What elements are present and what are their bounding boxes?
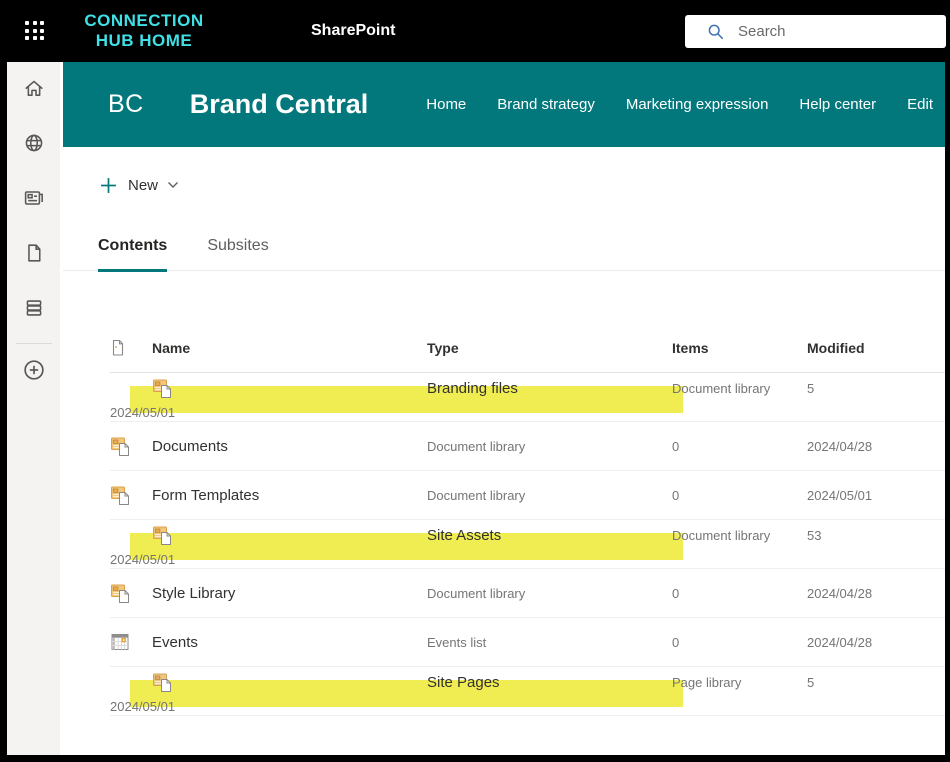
site-header: BC Brand Central Home Brand strategy Mar… xyxy=(63,62,945,147)
row-items: 0 xyxy=(672,586,807,601)
row-items: 0 xyxy=(672,488,807,503)
table-row[interactable]: Events Events list 0 2024/04/28 xyxy=(110,618,945,667)
events-icon xyxy=(110,632,152,652)
news-icon[interactable] xyxy=(16,186,52,210)
row-name[interactable]: Branding files xyxy=(427,380,672,397)
table-row[interactable]: Style Library Document library 0 2024/04… xyxy=(110,569,945,618)
table-header-row: Name Type Items Modified xyxy=(110,324,945,373)
row-items: 0 xyxy=(672,635,807,650)
plus-icon xyxy=(100,177,117,194)
document-library-icon xyxy=(152,525,427,546)
nav-help-center[interactable]: Help center xyxy=(799,96,876,113)
document-library-icon xyxy=(110,583,152,604)
table-row[interactable]: Site Assets Document library 53 2024/05/… xyxy=(110,520,945,569)
tab-strip: Contents Subsites xyxy=(63,237,945,271)
column-header-modified[interactable]: Modified xyxy=(807,340,945,356)
product-name[interactable]: SharePoint xyxy=(311,22,395,40)
site-title[interactable]: Brand Central xyxy=(190,89,369,120)
table-row[interactable]: Documents Document library 0 2024/04/28 xyxy=(110,422,945,471)
column-header-items[interactable]: Items xyxy=(672,340,807,356)
row-type: Document library xyxy=(427,586,672,601)
org-logo[interactable]: CONNECTION HUB HOME xyxy=(69,11,219,51)
search-input[interactable] xyxy=(738,23,908,40)
row-modified: 2024/04/28 xyxy=(807,586,945,601)
page-icon[interactable] xyxy=(16,241,52,265)
tab-contents[interactable]: Contents xyxy=(98,237,167,272)
row-type: Document library xyxy=(672,381,807,396)
row-type: Document library xyxy=(427,488,672,503)
rail-divider xyxy=(16,343,52,344)
file-type-column-icon xyxy=(110,339,152,357)
row-items: 5 xyxy=(807,675,945,690)
nav-marketing-expression[interactable]: Marketing expression xyxy=(626,96,769,113)
row-items: 53 xyxy=(807,528,945,543)
column-header-type[interactable]: Type xyxy=(427,340,672,356)
row-type: Document library xyxy=(427,439,672,454)
page-library-icon xyxy=(152,672,427,693)
table-body: Branding files Document library 5 2024/0… xyxy=(110,373,945,716)
table-row[interactable]: Form Templates Document library 0 2024/0… xyxy=(110,471,945,520)
row-name[interactable]: Style Library xyxy=(152,585,427,602)
library-icon[interactable] xyxy=(16,296,52,320)
row-type: Document library xyxy=(672,528,807,543)
row-modified: 2024/05/01 xyxy=(110,552,152,567)
row-name[interactable]: Site Pages xyxy=(427,674,672,691)
globe-icon[interactable] xyxy=(16,131,52,155)
tab-subsites[interactable]: Subsites xyxy=(207,237,268,270)
document-library-icon xyxy=(152,378,427,399)
document-library-icon xyxy=(110,485,152,506)
row-name[interactable]: Documents xyxy=(152,438,427,455)
nav-home[interactable]: Home xyxy=(426,96,466,113)
search-box[interactable] xyxy=(685,15,946,48)
create-plus-icon[interactable] xyxy=(16,358,52,382)
search-icon xyxy=(707,23,725,41)
row-modified: 2024/04/28 xyxy=(807,439,945,454)
left-rail xyxy=(7,62,63,755)
site-logo[interactable]: BC xyxy=(108,90,144,119)
row-modified: 2024/05/01 xyxy=(110,699,152,714)
row-items: 5 xyxy=(807,381,945,396)
row-type: Events list xyxy=(427,635,672,650)
home-icon[interactable] xyxy=(16,76,52,100)
sharepoint-window: CONNECTION HUB HOME SharePoint xyxy=(0,0,950,762)
nav-edit[interactable]: Edit xyxy=(907,96,933,113)
site-nav: Home Brand strategy Marketing expression… xyxy=(426,96,945,113)
org-logo-line1: CONNECTION xyxy=(69,11,219,31)
table-row[interactable]: Branding files Document library 5 2024/0… xyxy=(110,373,945,422)
row-modified: 2024/04/28 xyxy=(807,635,945,650)
nav-brand-strategy[interactable]: Brand strategy xyxy=(497,96,595,113)
new-button-label: New xyxy=(128,177,158,194)
new-button[interactable]: New xyxy=(63,147,945,200)
org-logo-line2: HUB HOME xyxy=(69,31,219,51)
suite-bar: CONNECTION HUB HOME SharePoint xyxy=(0,0,950,62)
row-type: Page library xyxy=(672,675,807,690)
main-content: BC Brand Central Home Brand strategy Mar… xyxy=(63,62,945,755)
app-launcher-waffle-icon[interactable] xyxy=(25,21,45,41)
row-name[interactable]: Site Assets xyxy=(427,527,672,544)
document-library-icon xyxy=(110,436,152,457)
column-header-name[interactable]: Name xyxy=(152,340,427,356)
table-row[interactable]: Site Pages Page library 5 2024/05/01 xyxy=(110,667,945,716)
row-modified: 2024/05/01 xyxy=(110,405,152,420)
row-name[interactable]: Form Templates xyxy=(152,487,427,504)
chevron-down-icon xyxy=(167,181,179,189)
site-contents-table: Name Type Items Modified Branding files … xyxy=(63,324,945,716)
row-items: 0 xyxy=(672,439,807,454)
row-modified: 2024/05/01 xyxy=(807,488,945,503)
row-name[interactable]: Events xyxy=(152,634,427,651)
